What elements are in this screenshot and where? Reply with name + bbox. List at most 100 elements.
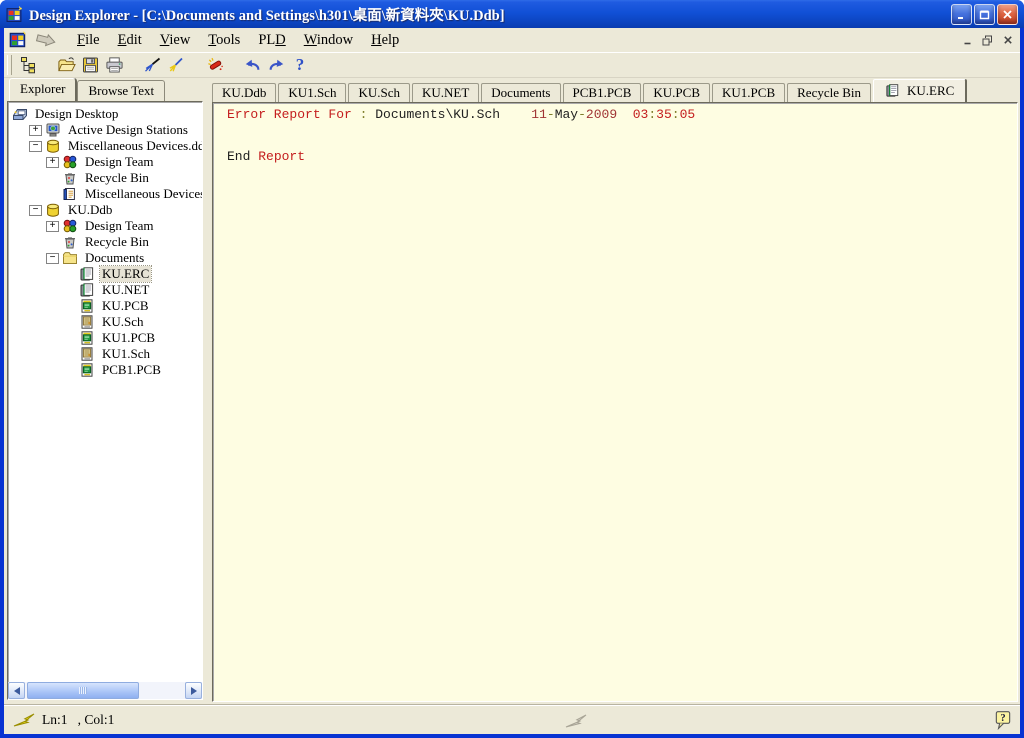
window-title: Design Explorer - [C:\Documents and Sett… [29,4,505,25]
toolbar: ? [4,53,1020,78]
scrollbar-thumb[interactable] [27,682,139,699]
tree-item-documents[interactable]: − Documents [8,250,202,266]
tree-item-ku1-pcb[interactable]: KU1.PCB [8,330,202,346]
tree-item-label[interactable]: KU.Sch [100,314,146,330]
menu-item-tools[interactable]: Tools [199,30,249,51]
tree-item-miscellaneous-devices-lib[interactable]: Miscellaneous Devices.lib [8,186,202,202]
explorer-toggle-icon[interactable] [16,54,40,76]
document-tab-ku-sch[interactable]: KU.Sch [348,83,410,102]
scroll-right-button[interactable] [185,682,202,699]
menu-label-post: ile [85,32,100,48]
document-tab-ku-erc[interactable]: KU.ERC [873,79,966,102]
tree-item-label[interactable]: Active Design Stations [66,122,190,138]
help-icon[interactable]: ? [288,54,312,76]
tree-item-ku-net[interactable]: KU.NET [8,282,202,298]
expander-minus-icon[interactable]: − [29,205,42,216]
menu-item-file[interactable]: File [68,30,109,51]
tree-item-label[interactable]: Miscellaneous Devices.ddb [66,138,202,154]
document-tab-label: Documents [491,85,550,100]
mdi-minimize-button[interactable] [959,33,976,48]
minimize-button[interactable] [951,4,972,25]
tree-item-ku-erc[interactable]: KU.ERC [8,266,202,282]
document-tab-recycle-bin[interactable]: Recycle Bin [787,83,871,102]
document-area: KU.DdbKU1.SchKU.SchKU.NET Documents PCB1.P… [210,80,1018,704]
panel-tab-browse-text[interactable]: Browse Text [77,80,165,101]
broom-icon[interactable] [164,54,188,76]
scrollbar-track[interactable] [139,682,185,699]
expander-minus-icon[interactable]: − [46,253,59,264]
pcb-doc-icon [79,362,96,378]
help-bubble-icon[interactable]: ? [994,710,1012,730]
tree-item-label[interactable]: Miscellaneous Devices.lib [83,186,202,202]
tree-item-label[interactable]: KU.ERC [100,266,151,282]
horizontal-scrollbar[interactable] [8,682,202,699]
tree-item-label[interactable]: Documents [83,250,146,266]
tree-item-label[interactable]: KU1.Sch [100,346,152,362]
print-icon[interactable] [102,54,126,76]
tree-item-label[interactable]: Design Desktop [33,106,120,122]
menu-label-post: dit [126,32,141,48]
tree-item-recycle-bin[interactable]: Recycle Bin [8,170,202,186]
expander-spacer [63,285,76,296]
tree-item-recycle-bin[interactable]: Recycle Bin [8,234,202,250]
document-tab-ku-net[interactable]: KU.NET [412,83,479,102]
document-tab-ku-pcb[interactable]: KU.PCB [643,83,710,102]
tree-item-design-team[interactable]: + Design Team [8,154,202,170]
document-tab-ku1-sch[interactable]: KU1.Sch [278,83,346,102]
tree-item-ku-ddb[interactable]: − KU.Ddb [8,202,202,218]
report-text-segment: : [352,107,375,122]
text-editor[interactable]: Error Report For : Documents\KU.Sch 11-M… [212,102,1018,702]
team-icon [62,218,79,234]
menu-item-pld[interactable]: PLD [249,30,294,51]
tree-item-label[interactable]: PCB1.PCB [100,362,163,378]
tree-item-label[interactable]: KU1.PCB [100,330,157,346]
open-folder-icon[interactable] [54,54,78,76]
tree-item-label[interactable]: KU.Ddb [66,202,114,218]
tree-item-label[interactable]: KU.NET [100,282,151,298]
drop-arrow-icon[interactable] [34,32,58,48]
document-tab-ku1-pcb[interactable]: KU1.PCB [712,83,785,102]
brush-icon[interactable] [140,54,164,76]
menu-label-accel: H [371,32,381,48]
tree-item-label[interactable]: Design Team [83,154,156,170]
tree-item-ku-sch[interactable]: KU.Sch [8,314,202,330]
scroll-left-button[interactable] [8,682,25,699]
tree-item-label[interactable]: Recycle Bin [83,234,151,250]
panel-tab-explorer[interactable]: Explorer [9,78,76,101]
document-tab-label: KU1.PCB [722,85,775,100]
system-menu-icon[interactable] [8,31,28,49]
tree-item-label[interactable]: Design Team [83,218,156,234]
explorer-panel: ExplorerBrowse Text Design Desktop + Activ… [5,80,205,704]
expander-spacer [63,365,76,376]
menu-item-view[interactable]: View [151,30,200,51]
close-button[interactable] [997,4,1018,25]
tree-item-pcb1-pcb[interactable]: PCB1.PCB [8,362,202,378]
tree-item-ku1-sch[interactable]: KU1.Sch [8,346,202,362]
tree-item-ku-pcb[interactable]: KU.PCB [8,298,202,314]
maximize-button[interactable] [974,4,995,25]
expander-plus-icon[interactable]: + [46,221,59,232]
menu-item-window[interactable]: Window [295,30,362,51]
redo-icon[interactable] [264,54,288,76]
menu-item-help[interactable]: Help [362,30,408,51]
report-line: End Report [227,150,1017,164]
document-tab-documents[interactable]: Documents [481,83,560,102]
save-icon[interactable] [78,54,102,76]
tree-item-miscellaneous-devices-ddb[interactable]: − Miscellaneous Devices.ddb [8,138,202,154]
document-tab-ku-ddb[interactable]: KU.Ddb [212,83,276,102]
menu-item-edit[interactable]: Edit [109,30,151,51]
expander-plus-icon[interactable]: + [29,125,42,136]
tree-item-label[interactable]: KU.PCB [100,298,151,314]
expander-spacer [63,333,76,344]
mdi-close-button[interactable] [999,33,1016,48]
tree-item-active-design-stations[interactable]: + Active Design Stations [8,122,202,138]
undo-icon[interactable] [240,54,264,76]
tree-item-design-desktop[interactable]: Design Desktop [8,106,202,122]
expander-minus-icon[interactable]: − [29,141,42,152]
tree-item-label[interactable]: Recycle Bin [83,170,151,186]
mdi-restore-button[interactable] [979,33,996,48]
tree-item-design-team[interactable]: + Design Team [8,218,202,234]
firecracker-icon[interactable] [202,54,226,76]
expander-plus-icon[interactable]: + [46,157,59,168]
document-tab-pcb1-pcb[interactable]: PCB1.PCB [563,83,642,102]
